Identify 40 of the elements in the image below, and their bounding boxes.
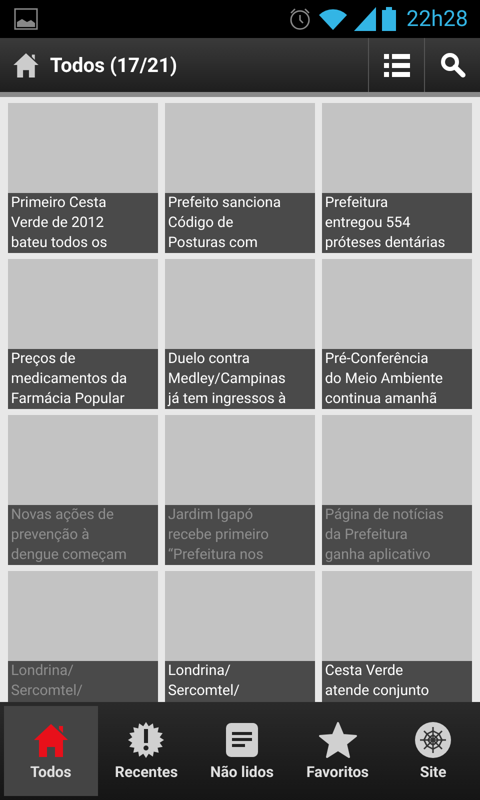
news-tile[interactable]: Pré-Conferência do Meio Ambiente continua amanhã xyxy=(322,259,472,409)
news-tile[interactable]: Cesta Verde atende conjunto xyxy=(322,571,472,702)
nav-tab[interactable]: Todos xyxy=(4,706,98,796)
news-title: Cesta Verde atende conjunto xyxy=(322,661,472,702)
signal-icon xyxy=(354,7,376,31)
spider-web-icon xyxy=(414,721,452,759)
wifi-icon xyxy=(318,7,348,31)
list-icon xyxy=(384,53,410,77)
star-icon xyxy=(318,721,357,759)
news-tile[interactable]: Primeiro Cesta Verde de 2012 bateu todos os xyxy=(8,103,158,253)
news-title: Pré-Conferência do Meio Ambiente continua amanhã xyxy=(322,349,472,409)
news-title: Novas ações de prevenção à dengue começam xyxy=(8,505,158,565)
picture-notification-icon xyxy=(14,8,38,30)
news-title: Duelo contra Medley/Campinas já tem ingressos à xyxy=(165,349,315,409)
nav-tab[interactable]: Site xyxy=(386,706,480,796)
news-tile[interactable]: Prefeito sanciona Código de Posturas com xyxy=(165,103,315,253)
news-tile[interactable]: Londrina/ Sercomtel/ xyxy=(165,571,315,702)
news-title: Prefeitura entregou 554 próteses dentárias xyxy=(322,193,472,253)
nav-tab[interactable]: Recentes xyxy=(100,706,194,796)
battery-icon xyxy=(382,7,396,31)
clock-time: 22h28 xyxy=(406,6,468,32)
alarm-icon xyxy=(288,7,312,31)
news-title: Preços de medicamentos da Farmácia Popular xyxy=(8,349,158,409)
search-icon xyxy=(440,52,466,78)
home-icon xyxy=(32,721,70,759)
news-title: Londrina/ Sercomtel/ xyxy=(165,661,315,702)
news-tile[interactable]: Preços de medicamentos da Farmácia Popular xyxy=(8,259,158,409)
nav-tab[interactable]: Não lidos xyxy=(195,706,289,796)
screen-title: Todos (17/21) xyxy=(50,53,178,77)
home-icon[interactable] xyxy=(12,51,40,79)
news-title: Prefeito sanciona Código de Posturas com xyxy=(165,193,315,253)
news-title: Página de notícias da Prefeitura ganha aplicativo xyxy=(322,505,472,565)
news-title: Primeiro Cesta Verde de 2012 bateu todos os xyxy=(8,193,158,253)
news-tile[interactable]: Prefeitura entregou 554 próteses dentárias xyxy=(322,103,472,253)
alert-badge-icon xyxy=(127,721,166,759)
news-title: Londrina/ Sercomtel/ xyxy=(8,661,158,702)
news-tile[interactable]: Duelo contra Medley/Campinas já tem ingressos à xyxy=(165,259,315,409)
note-icon xyxy=(224,721,260,759)
nav-tab[interactable]: Favoritos xyxy=(290,706,384,796)
news-title: Jardim Igapó recebe primeiro “Prefeitura nos xyxy=(165,505,315,565)
